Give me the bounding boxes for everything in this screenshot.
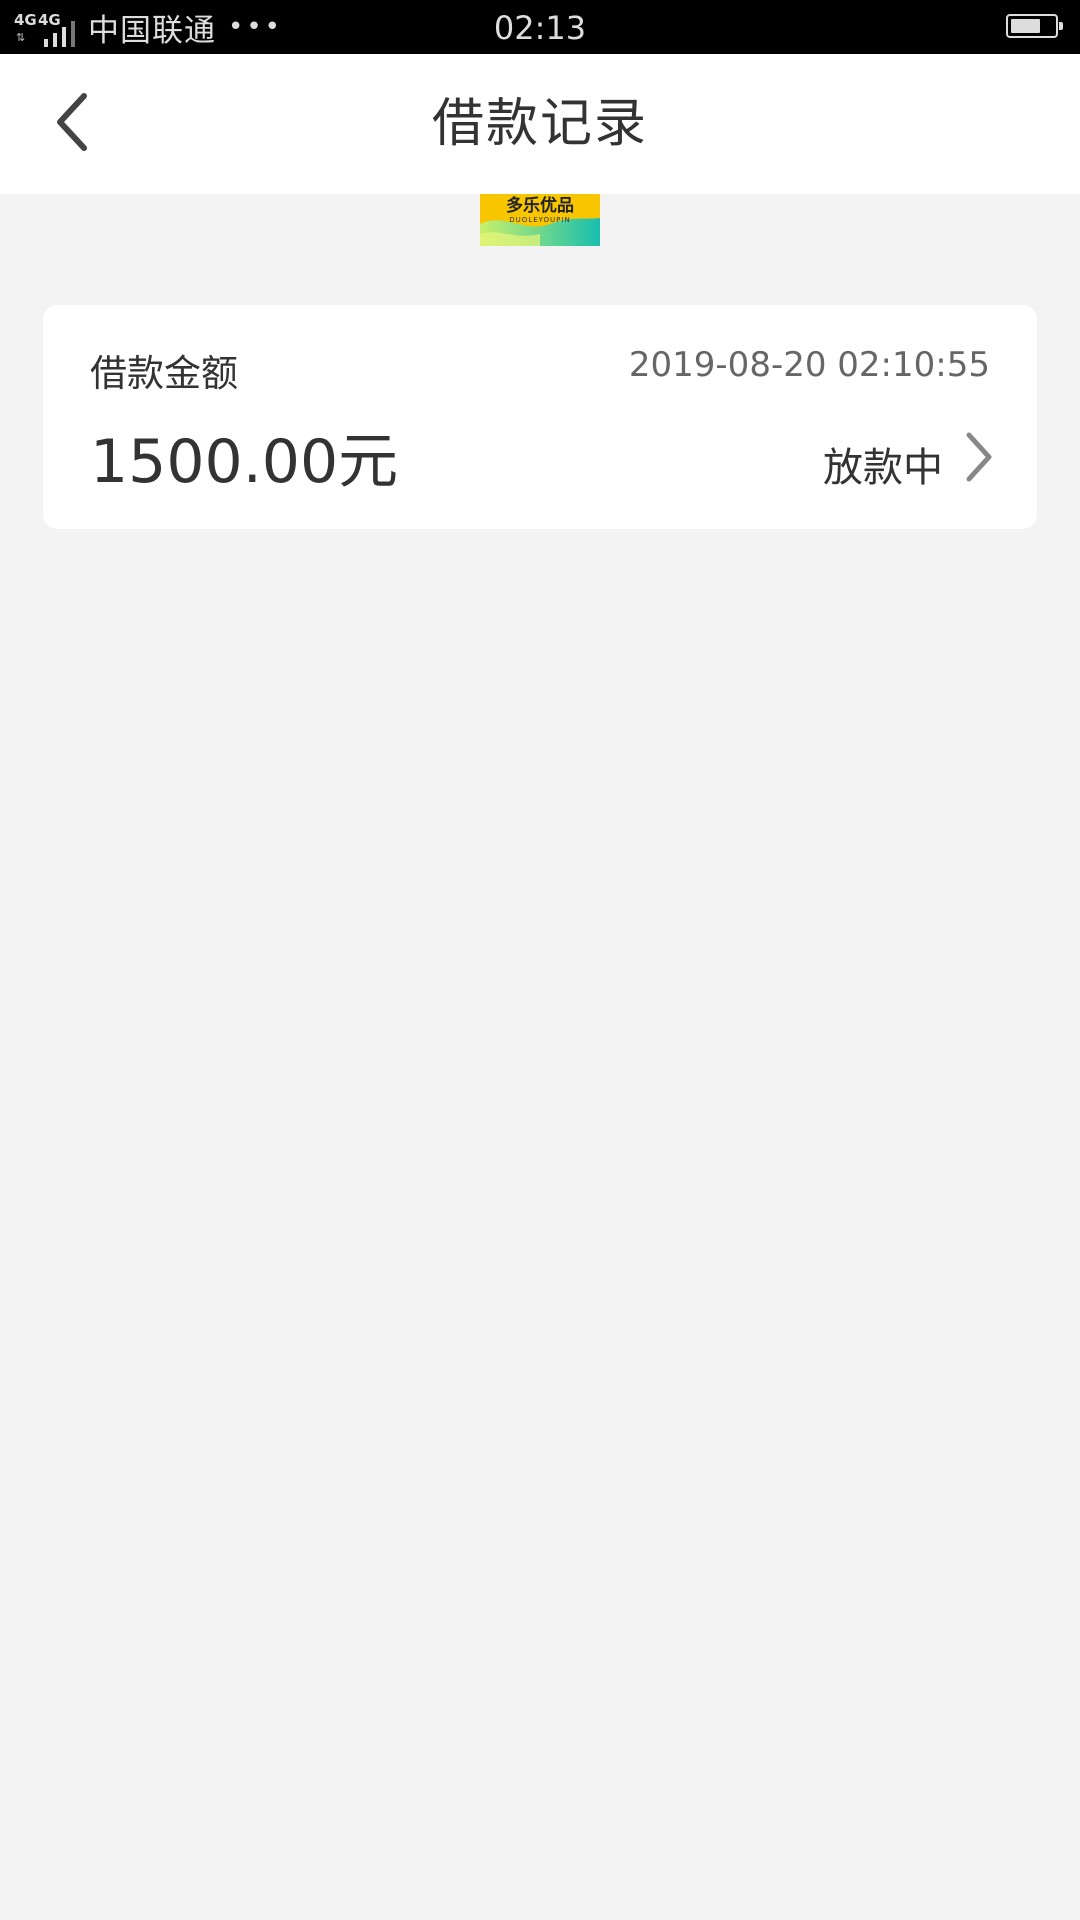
loan-status: 放款中: [823, 445, 943, 491]
page-title: 借款记录: [431, 94, 648, 154]
loan-amount-value: 1500.00元: [90, 427, 399, 497]
loan-record-card[interactable]: 借款金额 2019-08-20 02:10:55 1500.00元 放款中: [43, 305, 1037, 529]
status-bar: 4G 4G ⇅ 中国联通 ••• 02:13: [0, 0, 1080, 54]
loan-datetime: 2019-08-20 02:10:55: [628, 345, 990, 385]
chevron-right-icon: [966, 432, 992, 482]
logo-text: 多乐优品: [506, 196, 574, 216]
loan-amount-label: 借款金额: [90, 352, 238, 395]
brand-logo: 多乐优品 DUOLEYOUPIN: [480, 194, 600, 246]
logo-subtext: DUOLEYOUPIN: [509, 216, 571, 224]
status-time: 02:13: [493, 9, 587, 47]
battery-level: [1011, 19, 1040, 33]
battery-icon: [1006, 14, 1063, 38]
navigation-bar: 借款记录: [0, 54, 1080, 194]
